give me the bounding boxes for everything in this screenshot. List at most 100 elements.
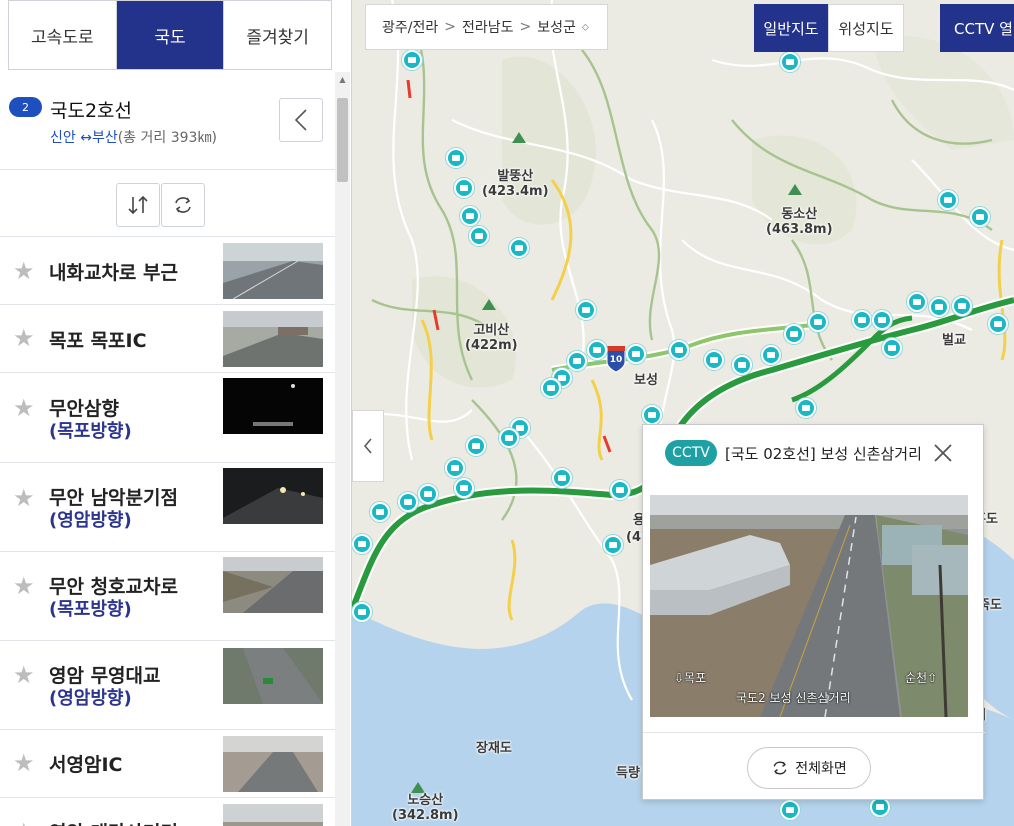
cctv-marker[interactable] bbox=[610, 480, 630, 500]
cctv-thumbnail[interactable] bbox=[223, 378, 323, 434]
cctv-marker[interactable] bbox=[929, 297, 949, 317]
cctv-marker[interactable] bbox=[469, 226, 489, 246]
cctv-marker[interactable] bbox=[780, 800, 800, 820]
star-icon[interactable]: ★ bbox=[13, 396, 35, 420]
cctv-marker[interactable] bbox=[784, 324, 804, 344]
cctv-marker[interactable] bbox=[499, 428, 519, 448]
route-arrow: ↔ bbox=[80, 130, 92, 146]
cctv-marker[interactable] bbox=[454, 478, 474, 498]
dropdown-icon[interactable]: ⬦ bbox=[582, 22, 589, 33]
cctv-marker[interactable] bbox=[370, 502, 390, 522]
close-button[interactable] bbox=[931, 441, 955, 465]
breadcrumb: 광주/전라 > 전라남도 > 보성군 ⬦ bbox=[365, 4, 608, 50]
star-icon[interactable]: ★ bbox=[13, 326, 35, 350]
cctv-marker[interactable] bbox=[587, 340, 607, 360]
cctv-marker[interactable] bbox=[567, 351, 587, 371]
refresh-button[interactable] bbox=[161, 183, 205, 227]
list-item[interactable]: ★ 무안 청호교차로 (목포방향) bbox=[0, 552, 335, 641]
star-icon[interactable]: ★ bbox=[13, 574, 35, 598]
list-item[interactable]: ★ 서영암IC bbox=[0, 730, 335, 798]
star-icon[interactable]: ★ bbox=[13, 820, 35, 826]
route-name: 국도2호선 bbox=[50, 100, 133, 122]
cctv-thumbnail[interactable] bbox=[223, 736, 323, 792]
cctv-marker[interactable] bbox=[988, 314, 1008, 334]
cctv-thumbnail[interactable] bbox=[223, 648, 323, 704]
cctv-marker[interactable] bbox=[509, 238, 529, 258]
cctv-marker[interactable] bbox=[882, 338, 902, 358]
breadcrumb-region[interactable]: 광주/전라 bbox=[382, 17, 438, 37]
cctv-marker[interactable] bbox=[669, 340, 689, 360]
video-caption-right: 순천⇧ bbox=[905, 671, 938, 685]
list-item[interactable]: ★ 영암 무영대교 (영암방향) bbox=[0, 641, 335, 730]
cctv-thumbnail[interactable] bbox=[223, 557, 323, 613]
star-icon[interactable]: ★ bbox=[13, 486, 35, 510]
cctv-marker[interactable] bbox=[352, 534, 372, 554]
cctv-list-toggle-button[interactable]: CCTV 열기 bbox=[940, 4, 1014, 52]
back-button[interactable] bbox=[279, 98, 323, 142]
cctv-marker[interactable] bbox=[970, 207, 990, 227]
list-item[interactable]: ★ 목포 목포IC bbox=[0, 305, 335, 373]
cctv-marker[interactable] bbox=[460, 206, 480, 226]
cctv-marker[interactable] bbox=[761, 345, 781, 365]
popup-divider bbox=[643, 732, 985, 733]
cctv-marker[interactable] bbox=[938, 190, 958, 210]
cctv-marker[interactable] bbox=[466, 436, 486, 456]
cctv-marker[interactable] bbox=[852, 310, 872, 330]
satellite-map-button[interactable]: 위성지도 bbox=[828, 4, 904, 52]
collapse-panel-button[interactable] bbox=[352, 410, 384, 482]
list-scrollbar[interactable]: ▲ bbox=[335, 72, 350, 826]
fullscreen-button[interactable]: 전체화면 bbox=[747, 747, 871, 789]
cctv-video[interactable]: ⇩목포 국도2 보성 신촌삼거리 순천⇧ bbox=[650, 495, 968, 717]
star-icon[interactable]: ★ bbox=[13, 259, 35, 283]
cctv-marker[interactable] bbox=[907, 292, 927, 312]
breadcrumb-separator: > bbox=[519, 19, 532, 35]
cctv-marker[interactable] bbox=[626, 344, 646, 364]
route-shield-number: 10 bbox=[609, 355, 623, 365]
scroll-up-icon[interactable]: ▲ bbox=[335, 72, 350, 88]
scrollbar-thumb[interactable] bbox=[337, 98, 348, 182]
cctv-marker[interactable] bbox=[402, 50, 422, 70]
star-icon[interactable]: ★ bbox=[13, 751, 35, 775]
cctv-marker[interactable] bbox=[446, 148, 466, 168]
cctv-marker[interactable] bbox=[642, 405, 662, 425]
cctv-marker[interactable] bbox=[541, 378, 561, 398]
breadcrumb-province[interactable]: 전라남도 bbox=[462, 17, 514, 37]
list-item[interactable]: ★ 무안삼향 (목포방향) bbox=[0, 373, 335, 463]
cctv-marker[interactable] bbox=[418, 484, 438, 504]
cctv-marker[interactable] bbox=[603, 535, 623, 555]
cctv-thumbnail[interactable] bbox=[223, 804, 323, 826]
cctv-marker[interactable] bbox=[398, 492, 418, 512]
tab-favorites[interactable]: 즐겨찾기 bbox=[224, 1, 332, 69]
cctv-marker[interactable] bbox=[552, 468, 572, 488]
star-icon[interactable]: ★ bbox=[13, 663, 35, 687]
cctv-thumbnail[interactable] bbox=[223, 468, 323, 524]
cctv-marker[interactable] bbox=[352, 602, 372, 622]
list-item[interactable]: ★ 무안 남악분기점 (영암방향) bbox=[0, 463, 335, 552]
list-item[interactable]: ★ 영암 대단사거리 bbox=[0, 798, 335, 826]
cctv-marker[interactable] bbox=[870, 797, 890, 817]
cctv-marker[interactable] bbox=[445, 458, 465, 478]
list-item-direction: (목포방향) bbox=[49, 421, 132, 442]
tab-national-road[interactable]: 국도 bbox=[116, 1, 225, 69]
cctv-marker[interactable] bbox=[796, 398, 816, 418]
cctv-marker[interactable] bbox=[952, 296, 972, 316]
cctv-marker[interactable] bbox=[576, 300, 596, 320]
fullscreen-label: 전체화면 bbox=[795, 761, 847, 777]
tab-expressway[interactable]: 고속도로 bbox=[9, 1, 117, 69]
cctv-thumbnail[interactable] bbox=[223, 311, 323, 367]
reverse-direction-button[interactable] bbox=[116, 183, 160, 227]
breadcrumb-county[interactable]: 보성군 bbox=[537, 17, 576, 37]
cctv-marker[interactable] bbox=[454, 178, 474, 198]
cctv-marker[interactable] bbox=[704, 350, 724, 370]
normal-map-button[interactable]: 일반지도 bbox=[754, 4, 828, 52]
list-item[interactable]: ★ 내화교차로 부근 bbox=[0, 238, 335, 305]
cctv-thumbnail[interactable] bbox=[223, 243, 323, 299]
cctv-marker[interactable] bbox=[808, 312, 828, 332]
cctv-marker[interactable] bbox=[732, 355, 752, 375]
mountain-label: 동소산 (463.8m) bbox=[766, 207, 833, 237]
route-end: 부산 bbox=[91, 130, 118, 146]
cctv-marker[interactable] bbox=[780, 52, 800, 72]
list-item-direction: (목포방향) bbox=[49, 599, 132, 620]
left-panel: 고속도로 국도 즐겨찾기 2 국도2호선 신안 ↔부산(총 거리 393㎞) ★… bbox=[0, 0, 352, 826]
cctv-marker[interactable] bbox=[872, 310, 892, 330]
